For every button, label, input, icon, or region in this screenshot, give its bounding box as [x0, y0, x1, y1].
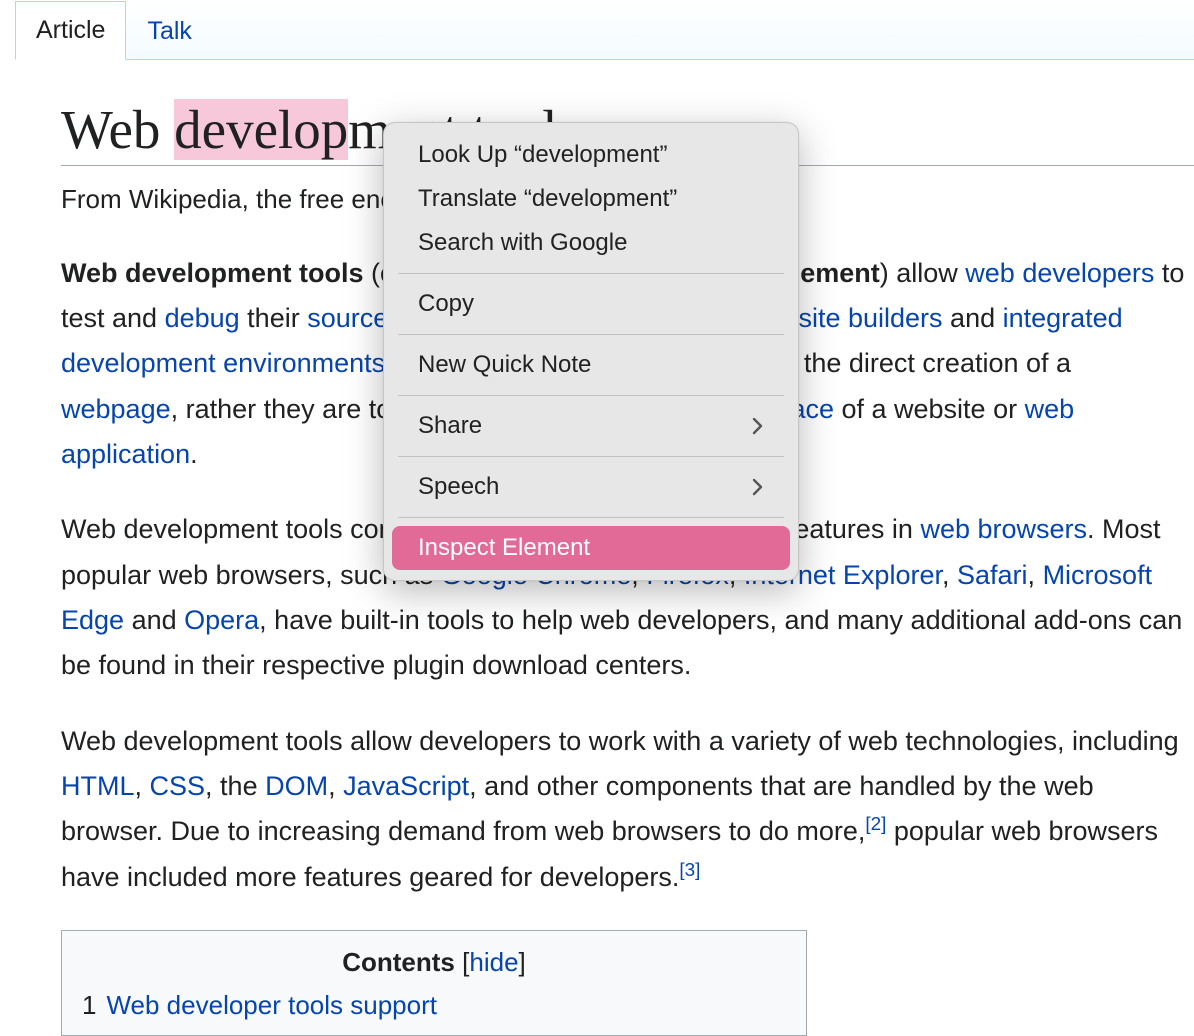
menu-separator: [398, 395, 784, 396]
toc-hide-link[interactable]: hide: [469, 947, 518, 977]
context-menu: Look Up “development” Translate “develop…: [383, 122, 799, 581]
title-pre: Web: [61, 99, 174, 160]
toc-link-1[interactable]: Web developer tools support: [106, 990, 437, 1020]
tab-article[interactable]: Article: [15, 1, 126, 60]
menu-search-google[interactable]: Search with Google: [392, 221, 790, 265]
menu-separator: [398, 456, 784, 457]
link-web-browsers[interactable]: web browsers: [920, 514, 1087, 544]
ref-2[interactable]: [2]: [865, 814, 886, 835]
bold-term-1: Web development tools: [61, 258, 364, 288]
menu-speech[interactable]: Speech: [392, 465, 790, 509]
menu-separator: [398, 517, 784, 518]
toc-title: Contents: [342, 947, 455, 977]
menu-separator: [398, 334, 784, 335]
link-safari[interactable]: Safari: [957, 560, 1028, 590]
title-highlight: develop: [174, 99, 348, 160]
chevron-right-icon: [752, 417, 764, 435]
menu-share[interactable]: Share: [392, 404, 790, 448]
paragraph-3: Web development tools allow developers t…: [61, 719, 1194, 900]
table-of-contents: Contents [hide] 1Web developer tools sup…: [61, 930, 807, 1036]
menu-new-quick-note[interactable]: New Quick Note: [392, 343, 790, 387]
chevron-right-icon: [752, 478, 764, 496]
article-tabs: Article Talk: [15, 0, 1194, 60]
link-web-developers[interactable]: web developers: [965, 258, 1154, 288]
menu-translate[interactable]: Translate “development”: [392, 177, 790, 221]
toc-item-1: 1 Web developer tools support: [82, 990, 786, 1021]
tab-talk[interactable]: Talk: [126, 2, 212, 60]
toc-num: 1: [82, 990, 96, 1020]
menu-copy[interactable]: Copy: [392, 282, 790, 326]
menu-look-up[interactable]: Look Up “development”: [392, 133, 790, 177]
menu-inspect-element[interactable]: Inspect Element: [392, 526, 790, 570]
ref-3[interactable]: [3]: [679, 860, 700, 881]
menu-separator: [398, 273, 784, 274]
